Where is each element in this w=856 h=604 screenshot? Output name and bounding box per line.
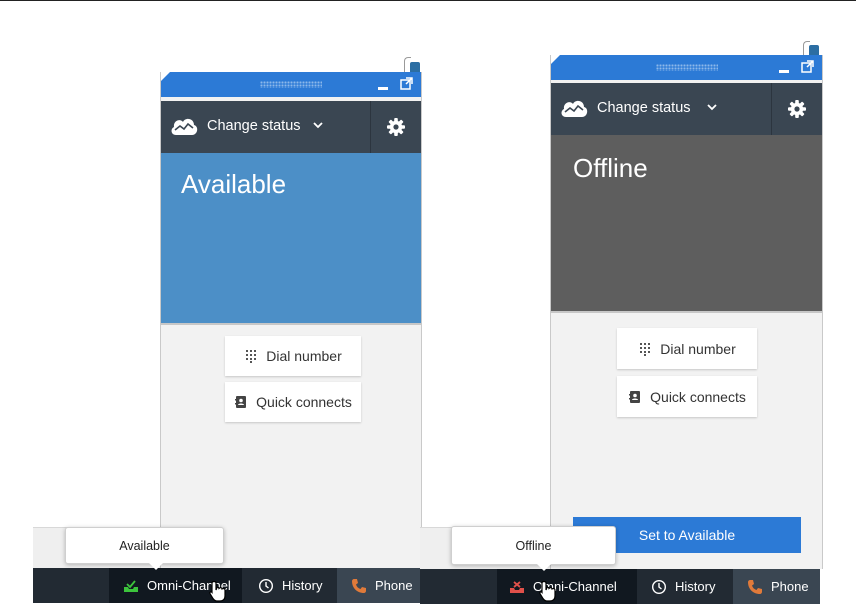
phone-icon (352, 578, 366, 593)
inbox-icon (124, 579, 138, 592)
agent-state-panel: Offline (551, 135, 822, 313)
inbox-icon (510, 580, 524, 593)
history-tab[interactable]: History (242, 568, 337, 603)
phone-icon (748, 579, 762, 594)
gear-icon[interactable] (787, 99, 807, 119)
dialpad-icon (246, 350, 257, 363)
change-status-label[interactable]: Change status (597, 100, 691, 116)
quick-connects-button[interactable]: Quick connects (617, 376, 757, 417)
clock-icon (651, 579, 667, 594)
cloud-icon (561, 100, 588, 117)
settings-button[interactable] (771, 83, 822, 135)
quick-connects-button[interactable]: Quick connects (225, 382, 361, 422)
status-tooltip: Available (65, 527, 224, 570)
omni-channel-tab[interactable]: Omni-Channel (497, 569, 637, 604)
phone-tab[interactable]: Phone (337, 568, 420, 603)
agent-state-label: Offline (573, 153, 648, 183)
tooltip-label: Available (119, 538, 170, 553)
tooltip-tail (149, 563, 163, 570)
minimize-icon[interactable] (779, 70, 789, 73)
contact-card-icon (629, 390, 641, 403)
dial-number-label: Dial number (266, 348, 342, 364)
drag-handle[interactable] (655, 64, 718, 71)
change-status-label[interactable]: Change status (207, 118, 301, 134)
dialpad-icon (640, 342, 651, 356)
popout-icon[interactable] (801, 60, 814, 73)
tooltip-label: Offline (515, 538, 552, 553)
drag-handle[interactable] (260, 81, 322, 88)
dial-number-button[interactable]: Dial number (617, 328, 757, 369)
dial-number-label: Dial number (660, 340, 736, 357)
contact-card-icon (235, 396, 247, 408)
gear-icon[interactable] (386, 117, 406, 137)
title-bar[interactable] (551, 55, 822, 80)
popout-icon[interactable] (400, 77, 413, 90)
agent-state-panel: Available (161, 153, 421, 325)
title-corner (161, 72, 170, 81)
chevron-down-icon[interactable] (707, 103, 717, 111)
tooltip-tail (537, 564, 551, 571)
title-corner (551, 55, 560, 64)
clock-icon (258, 578, 274, 593)
history-label: History (282, 578, 323, 593)
status-bar: Change status (551, 83, 822, 135)
chevron-down-icon[interactable] (313, 121, 323, 129)
ccp-window: Change status Available Dial number Quic… (160, 72, 422, 568)
status-tooltip: Offline (451, 526, 616, 571)
phone-tab[interactable]: Phone (733, 569, 820, 604)
history-tab[interactable]: History (637, 569, 733, 604)
taskbar: Omni-Channel History Phone (420, 569, 820, 604)
minimize-icon[interactable] (378, 87, 388, 90)
status-bar: Change status (161, 101, 421, 153)
top-border (0, 0, 856, 1)
hand-cursor-icon (539, 580, 556, 602)
cloud-icon (171, 118, 198, 135)
set-to-available-label: Set to Available (638, 527, 736, 543)
history-label: History (675, 579, 716, 594)
ccp-window: Change status Offline Dial number Quick … (550, 55, 823, 569)
agent-state-label: Available (181, 169, 287, 199)
title-bar[interactable] (161, 72, 421, 97)
quick-connects-label: Quick connects (650, 388, 746, 405)
phone-label: Phone (375, 578, 413, 593)
phone-label: Phone (771, 579, 809, 594)
hand-cursor-icon (209, 580, 226, 602)
quick-connects-label: Quick connects (256, 394, 352, 410)
settings-button[interactable] (370, 101, 421, 153)
dial-number-button[interactable]: Dial number (225, 336, 361, 376)
